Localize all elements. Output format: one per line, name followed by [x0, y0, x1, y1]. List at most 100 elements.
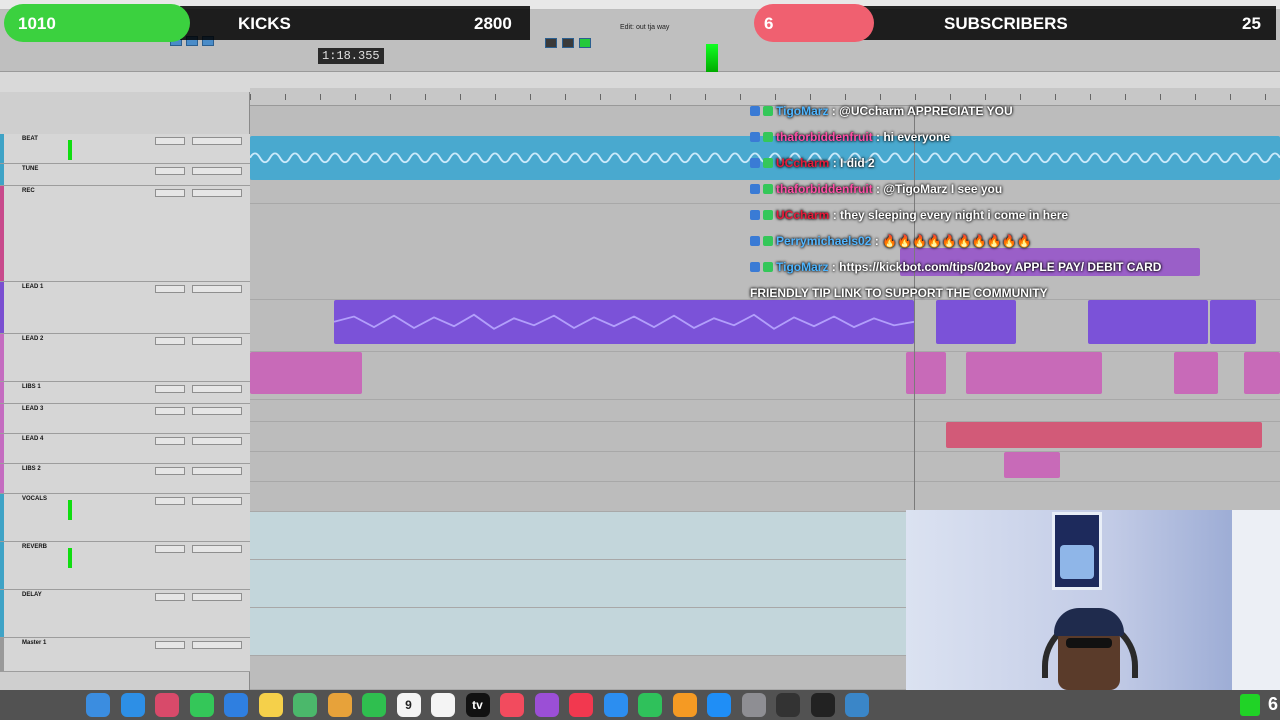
insert-slot[interactable] [192, 545, 242, 553]
insert-slot[interactable] [192, 437, 242, 445]
podcasts-icon[interactable] [534, 693, 559, 717]
photos-icon[interactable] [327, 693, 352, 717]
chat-username[interactable]: UCcharm [776, 156, 829, 170]
chat-username[interactable]: UCcharm [776, 208, 829, 222]
track-name[interactable]: LEAD 4 [22, 436, 43, 442]
insert-slot[interactable] [192, 337, 242, 345]
insert-slot[interactable] [192, 467, 242, 475]
track-header[interactable]: LIBS 2 [0, 464, 250, 494]
track-name[interactable]: LIBS 2 [22, 466, 41, 472]
insert-slot[interactable] [192, 641, 242, 649]
reminders-icon[interactable] [431, 693, 455, 717]
track-header[interactable]: LEAD 3 [0, 404, 250, 434]
track-name[interactable]: REC [22, 188, 35, 194]
audio-clip[interactable] [966, 352, 1102, 394]
chat-username[interactable]: TigoMarz [776, 104, 828, 118]
send-slot[interactable] [155, 545, 185, 553]
obs-icon[interactable] [845, 693, 869, 717]
insert-slot[interactable] [192, 407, 242, 415]
calendar-icon[interactable]: 9 [396, 693, 421, 717]
maps-icon[interactable] [293, 693, 317, 717]
numbers-icon[interactable] [638, 693, 662, 717]
chat-username[interactable]: thaforbiddenfruit [776, 182, 873, 196]
track-header[interactable]: LEAD 4 [0, 434, 250, 464]
insert-slot[interactable] [192, 167, 242, 175]
chat-message: TigoMarz : @UCcharm APPRECIATE YOU [750, 104, 1270, 130]
pages-icon[interactable] [672, 693, 697, 717]
audio-clip[interactable] [1244, 352, 1280, 394]
insert-slot[interactable] [192, 385, 242, 393]
send-slot[interactable] [155, 337, 185, 345]
facetime-icon[interactable] [362, 693, 386, 717]
track-name[interactable]: REVERB [22, 544, 47, 550]
insert-slot[interactable] [192, 593, 242, 601]
subs-goal-bar: SUBSCRIBERS 25 [860, 6, 1276, 40]
audio-clip[interactable] [906, 352, 946, 394]
app-store-icon[interactable] [707, 693, 731, 717]
track-name[interactable]: LEAD 3 [22, 406, 43, 412]
send-slot[interactable] [155, 385, 185, 393]
track-header[interactable]: LEAD 1 [0, 282, 250, 334]
track-name[interactable]: VOCALS [22, 496, 47, 502]
audio-clip[interactable] [1004, 452, 1060, 478]
chat-username[interactable]: TigoMarz [776, 260, 828, 274]
track-header[interactable]: REC [0, 186, 250, 282]
lane-lead-2[interactable] [250, 352, 1280, 400]
messages-icon[interactable] [189, 693, 214, 717]
uad-icon[interactable] [810, 693, 835, 717]
safari-icon[interactable] [120, 693, 145, 717]
news-icon[interactable] [569, 693, 593, 717]
track-header[interactable]: REVERB [0, 542, 250, 590]
track-name[interactable]: LIBS 1 [22, 384, 41, 390]
send-slot[interactable] [155, 167, 185, 175]
send-slot[interactable] [155, 137, 185, 145]
chat-username[interactable]: thaforbiddenfruit [776, 130, 873, 144]
send-slot[interactable] [155, 437, 185, 445]
track-name[interactable]: LEAD 1 [22, 284, 43, 290]
play-button[interactable] [562, 38, 574, 48]
track-name[interactable]: Master 1 [22, 640, 46, 646]
insert-slot[interactable] [192, 285, 242, 293]
send-slot[interactable] [155, 497, 185, 505]
insert-slot[interactable] [192, 137, 242, 145]
audio-clip[interactable] [1174, 352, 1218, 394]
send-slot[interactable] [155, 407, 185, 415]
send-slot[interactable] [155, 641, 185, 649]
stop-button[interactable] [545, 38, 557, 48]
insert-slot[interactable] [192, 497, 242, 505]
tv-icon[interactable]: tv [465, 693, 490, 717]
track-header[interactable]: LEAD 2 [0, 334, 250, 382]
lane-libs-1[interactable] [250, 400, 1280, 422]
finder-icon[interactable] [86, 693, 110, 717]
chat-username[interactable]: Perrymichaels02 [776, 234, 871, 248]
system-settings-icon[interactable] [741, 693, 766, 717]
keynote-icon[interactable] [603, 693, 628, 717]
lane-lead-3[interactable] [250, 422, 1280, 452]
track-header[interactable]: TUNE [0, 164, 250, 186]
send-slot[interactable] [155, 467, 185, 475]
audio-clip[interactable] [946, 422, 1262, 448]
notes-icon[interactable] [258, 693, 283, 717]
lane-libs-2[interactable] [250, 482, 1280, 512]
track-header[interactable]: Master 1 [0, 638, 250, 672]
track-header[interactable]: BEAT [0, 134, 250, 164]
level-meter [68, 140, 72, 160]
logic-icon[interactable] [776, 693, 800, 717]
track-name[interactable]: BEAT [22, 136, 38, 142]
send-slot[interactable] [155, 593, 185, 601]
send-slot[interactable] [155, 189, 185, 197]
mail-icon[interactable] [224, 693, 248, 717]
insert-slot[interactable] [192, 189, 242, 197]
track-name[interactable]: TUNE [22, 166, 38, 172]
launchpad-icon[interactable] [155, 693, 179, 717]
lane-lead-4[interactable] [250, 452, 1280, 482]
track-header[interactable]: DELAY [0, 590, 250, 638]
track-name[interactable]: LEAD 2 [22, 336, 43, 342]
record-button[interactable] [579, 38, 591, 48]
audio-clip[interactable] [250, 352, 362, 394]
track-header[interactable]: LIBS 1 [0, 382, 250, 404]
track-header[interactable]: VOCALS [0, 494, 250, 542]
track-name[interactable]: DELAY [22, 592, 42, 598]
music-icon[interactable] [500, 693, 524, 717]
send-slot[interactable] [155, 285, 185, 293]
